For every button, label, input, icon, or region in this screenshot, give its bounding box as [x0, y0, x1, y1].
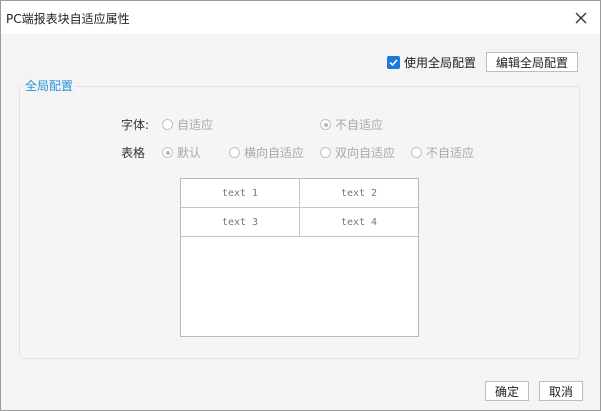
global-config-legend: 全局配置 [23, 77, 76, 94]
use-global-checkbox[interactable] [387, 55, 400, 69]
close-icon [575, 12, 587, 24]
table-option-horizontal[interactable]: 横向自适应 [229, 144, 304, 161]
cancel-button[interactable]: 取消 [539, 381, 583, 401]
preview-cell: text 2 [300, 179, 418, 208]
radio-selected-icon [320, 119, 331, 130]
title-bar: PC端报表块自适应属性 [1, 1, 600, 34]
table-option-none-label: 不自适应 [426, 146, 475, 160]
radio-selected-icon [162, 147, 173, 158]
preview-cell: text 1 [181, 179, 300, 208]
preview-cell: text 4 [300, 208, 418, 237]
font-option-auto[interactable]: 自适应 [162, 116, 213, 133]
table-option-default-label: 默认 [177, 146, 202, 160]
table-option-both-label: 双向自适应 [335, 146, 396, 160]
edit-global-config-button[interactable]: 编辑全局配置 [486, 52, 578, 72]
font-option-no-auto-label: 不自适应 [335, 118, 384, 132]
radio-icon [320, 147, 331, 158]
radio-icon [162, 119, 173, 130]
check-icon [389, 58, 398, 66]
table-option-none[interactable]: 不自适应 [411, 144, 474, 161]
use-global-row: 使用全局配置 [387, 52, 476, 72]
close-button[interactable] [569, 6, 593, 30]
table-preview: text 1 text 2 text 3 text 4 [180, 178, 419, 337]
table-option-default[interactable]: 默认 [162, 144, 201, 161]
preview-cell: text 3 [181, 208, 300, 237]
font-option-no-auto[interactable]: 不自适应 [320, 116, 383, 133]
font-option-auto-label: 自适应 [177, 118, 214, 132]
dialog-window: PC端报表块自适应属性 使用全局配置 编辑全局配置 全局配置 字体: 自适应 不… [0, 0, 601, 411]
table-option-horizontal-label: 横向自适应 [244, 146, 305, 160]
table-label: 表格 [121, 146, 146, 160]
ok-button[interactable]: 确定 [485, 381, 529, 401]
table-option-both[interactable]: 双向自适应 [320, 144, 395, 161]
radio-icon [229, 147, 240, 158]
radio-icon [411, 147, 422, 158]
window-title: PC端报表块自适应属性 [6, 12, 130, 26]
use-global-label[interactable]: 使用全局配置 [404, 54, 476, 71]
font-label: 字体: [121, 118, 150, 132]
